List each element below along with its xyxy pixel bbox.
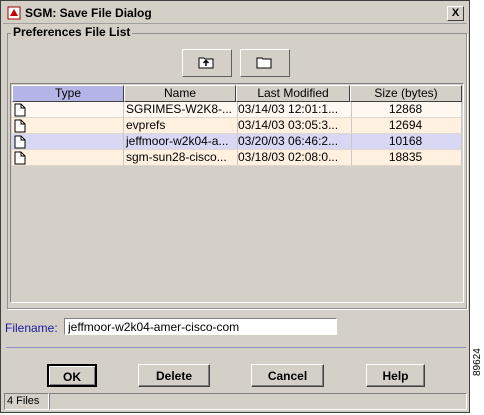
preferences-file-table[interactable]: Type Name Last Modified Size (bytes) SGR…	[10, 83, 464, 303]
type-cell	[12, 134, 124, 150]
table-row[interactable]: evprefs 03/14/03 03:05:3... 12694	[12, 118, 462, 134]
title-bar: SGM: Save File Dialog X	[3, 3, 467, 24]
name-cell: sgm-sun28-cisco...	[124, 150, 238, 166]
modified-cell: 03/18/03 02:08:0...	[236, 150, 352, 166]
ok-button[interactable]: OK	[47, 364, 97, 387]
modified-cell: 03/14/03 12:01:1...	[236, 102, 352, 118]
close-button[interactable]: X	[447, 6, 464, 21]
name-cell: evprefs	[124, 118, 238, 134]
filename-label: Filename:	[5, 321, 58, 335]
size-cell: 12868	[350, 102, 462, 118]
name-cell: SGRIMES-W2K8-...	[124, 102, 238, 118]
save-file-dialog: SGM: Save File Dialog X Preferences File…	[0, 0, 470, 413]
up-folder-icon	[198, 57, 214, 69]
status-file-count: 4 Files	[4, 393, 49, 410]
column-header-size[interactable]: Size (bytes)	[350, 85, 462, 102]
size-cell: 12694	[350, 118, 462, 134]
new-folder-button[interactable]	[240, 49, 290, 77]
table-row[interactable]: sgm-sun28-cisco... 03/18/03 02:08:0... 188…	[12, 150, 462, 166]
up-folder-button[interactable]	[182, 49, 232, 77]
figure-number: 89624	[472, 348, 483, 376]
separator	[6, 347, 466, 348]
app-icon	[7, 6, 21, 20]
filename-input[interactable]	[64, 318, 337, 335]
size-cell: 10168	[350, 134, 462, 150]
group-label: Preferences File List	[11, 25, 133, 39]
name-cell: jeffmoor-w2k04-a...	[124, 134, 238, 150]
modified-cell: 03/14/03 03:05:3...	[236, 118, 352, 134]
file-icon	[14, 119, 26, 133]
column-header-name[interactable]: Name	[124, 85, 236, 102]
window-title: SGM: Save File Dialog	[25, 6, 152, 20]
column-header-type[interactable]: Type	[12, 85, 124, 102]
delete-button[interactable]: Delete	[138, 364, 210, 387]
table-row[interactable]: jeffmoor-w2k04-a... 03/20/03 06:46:2... 10…	[12, 134, 462, 150]
column-header-last-modified[interactable]: Last Modified	[236, 85, 350, 102]
status-bar-secondary	[49, 393, 467, 410]
type-cell	[12, 118, 124, 134]
file-icon	[14, 135, 26, 149]
file-icon	[14, 151, 26, 165]
file-icon	[14, 103, 26, 117]
type-cell	[12, 102, 124, 118]
cancel-button[interactable]: Cancel	[251, 364, 324, 387]
type-cell	[12, 150, 124, 166]
size-cell: 18835	[350, 150, 462, 166]
modified-cell: 03/20/03 06:46:2...	[236, 134, 352, 150]
new-folder-icon	[256, 57, 272, 69]
help-button[interactable]: Help	[366, 364, 425, 387]
table-row[interactable]: SGRIMES-W2K8-... 03/14/03 12:01:1... 12868	[12, 102, 462, 118]
